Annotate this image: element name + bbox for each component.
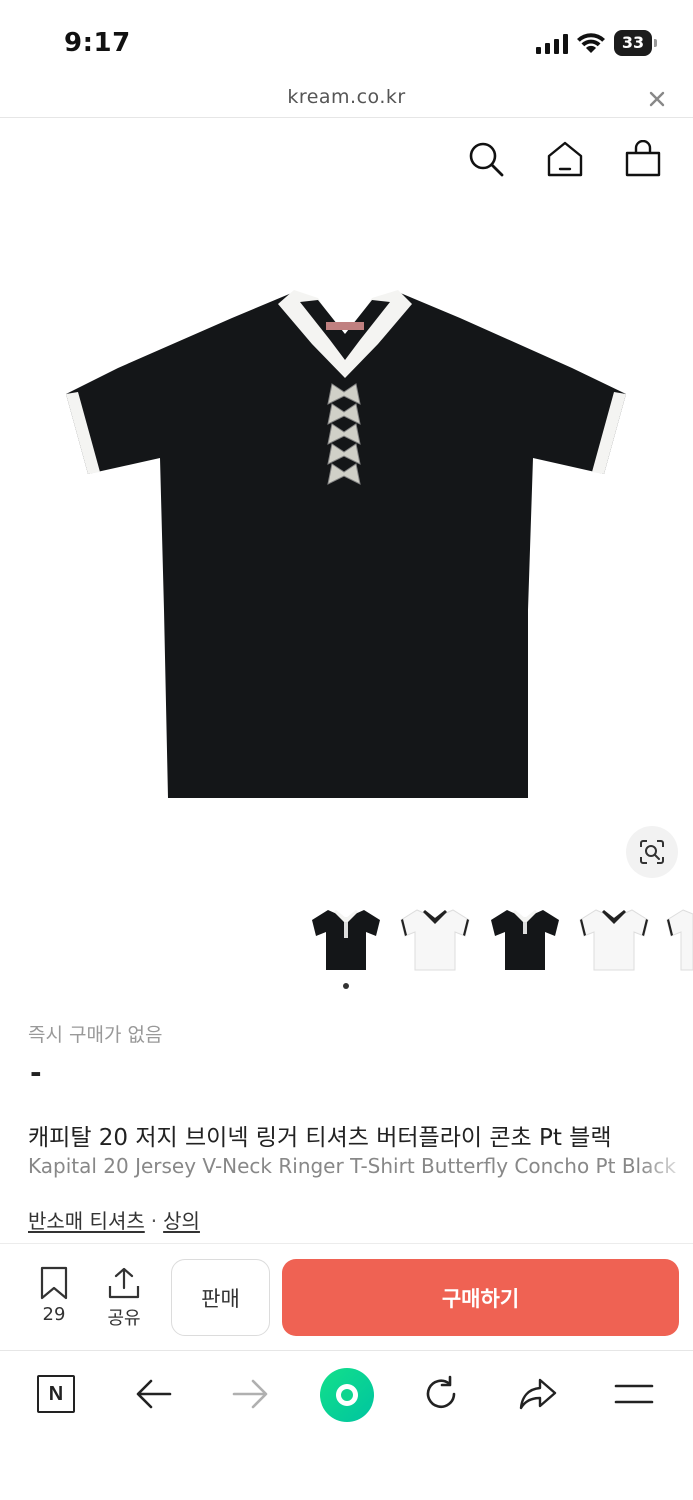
thumbnail-5[interactable]	[663, 904, 693, 976]
thumbnail-4[interactable]	[576, 904, 652, 976]
shopping-bag-icon[interactable]	[624, 140, 662, 178]
url-bar[interactable]: kream.co.kr	[0, 84, 693, 118]
wishlist-button[interactable]: 29	[32, 1266, 76, 1332]
battery-level: 33	[621, 33, 645, 52]
category-link-short-sleeve[interactable]: 반소매 티셔츠	[28, 1209, 145, 1233]
thumbnail-indicator	[343, 983, 349, 989]
category-link-tops[interactable]: 상의	[163, 1209, 200, 1233]
close-icon[interactable]	[646, 88, 668, 110]
forward-arrow-icon[interactable]	[230, 1374, 270, 1414]
status-time: 9:17	[64, 28, 131, 58]
image-search-button[interactable]	[626, 826, 678, 878]
thumbnail-3[interactable]	[487, 904, 563, 976]
share-label: 공유	[107, 1308, 141, 1329]
product-title-english: Kapital 20 Jersey V-Neck Ringer T-Shirt …	[28, 1154, 676, 1178]
price-value: -	[30, 1056, 42, 1089]
sell-button[interactable]: 판매	[171, 1259, 270, 1336]
share-arrow-icon[interactable]	[518, 1374, 558, 1414]
category-separator: ·	[150, 1209, 158, 1233]
share-icon	[108, 1267, 140, 1299]
share-button[interactable]: 공유	[100, 1266, 148, 1332]
wifi-icon	[577, 33, 605, 53]
bookmark-icon	[40, 1266, 68, 1300]
product-title-korean: 캐피탈 20 저지 브이넥 링거 티셔츠 버터플라이 콘초 Pt 블랙	[28, 1125, 612, 1151]
home-icon[interactable]	[546, 140, 584, 178]
status-bar: 9:17 33	[0, 0, 693, 84]
search-icon[interactable]	[467, 140, 505, 178]
price-label: 즉시 구매가 없음	[28, 1024, 163, 1046]
naver-icon[interactable]: N	[37, 1375, 75, 1413]
battery-indicator: 33	[614, 30, 657, 56]
title-fade-overlay	[640, 1150, 693, 1182]
battery-cap	[654, 39, 657, 47]
menu-icon[interactable]	[614, 1374, 654, 1414]
back-arrow-icon[interactable]	[134, 1374, 174, 1414]
lens-icon	[640, 840, 664, 864]
url-domain[interactable]: kream.co.kr	[0, 86, 693, 108]
thumbnail-2[interactable]	[397, 904, 473, 976]
green-dot-button[interactable]	[320, 1368, 374, 1422]
category-breadcrumb: 반소매 티셔츠 · 상의	[28, 1205, 200, 1234]
refresh-icon[interactable]	[421, 1374, 461, 1414]
product-image[interactable]	[60, 282, 630, 806]
cellular-signal-icon	[536, 34, 568, 54]
buy-button[interactable]: 구매하기	[282, 1259, 679, 1336]
wishlist-count: 29	[42, 1304, 66, 1325]
thumbnail-1[interactable]	[308, 904, 384, 976]
